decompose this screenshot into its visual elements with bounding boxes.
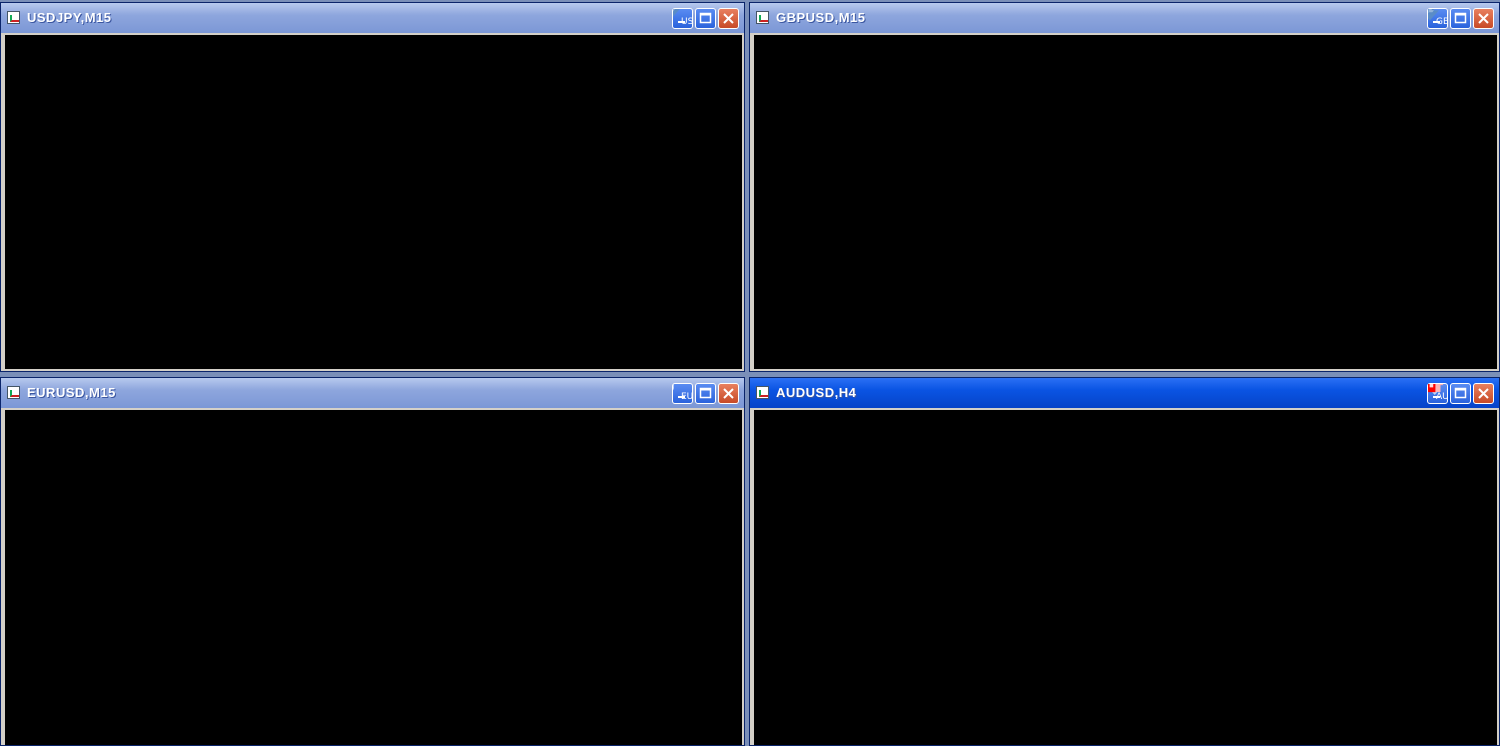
close-button[interactable] xyxy=(1473,8,1494,29)
maximize-icon xyxy=(1454,12,1467,24)
chart-window-icon xyxy=(7,11,20,24)
minimize-icon: USDJPY,M15 84.580 84.580 84.565 84.5680 … xyxy=(673,9,692,27)
chart-canvas[interactable] xyxy=(754,35,1497,369)
symbol-info: AUDUSD,H4 0.87886 0.88014 0.87699 0.8788… xyxy=(1436,392,1447,402)
chart-window-icon xyxy=(756,11,769,24)
title-bar[interactable]: GBPUSD,M15 GBPUSD,M15 1.54371 1.54403 1.… xyxy=(750,3,1499,33)
chart-window-usdjpy[interactable]: USDJPY,M15 USDJPY,M15 84.580 84.580 84.5… xyxy=(0,2,745,372)
chart-window-audusd[interactable]: AUDUSD,H4 AUDUSD,H4 0.87886 0.88014 0.87… xyxy=(749,377,1500,746)
price-chart[interactable] xyxy=(5,35,742,369)
chart-window-icon xyxy=(7,386,20,399)
minimize-button[interactable]: EURUSD,M15 1.26368 1.26374 1.26353 1.263… xyxy=(672,383,693,404)
close-button[interactable] xyxy=(1473,383,1494,404)
maximize-button[interactable] xyxy=(695,8,716,29)
chart-canvas[interactable] xyxy=(754,410,1497,745)
price-chart[interactable] xyxy=(5,410,742,745)
minimize-button[interactable]: AUDUSD,H4 0.87886 0.88014 0.87699 0.8788… xyxy=(1427,383,1448,404)
title-bar[interactable]: USDJPY,M15 USDJPY,M15 84.580 84.580 84.5… xyxy=(1,3,744,33)
symbol-info: GBPUSD,M15 1.54371 1.54403 1.54360 1.544… xyxy=(1436,17,1447,27)
symbol-info: EURUSD,M15 1.26368 1.26374 1.26353 1.263… xyxy=(681,392,692,402)
maximize-icon xyxy=(699,387,712,399)
title-bar[interactable]: EURUSD,M15 EURUSD,M15 1.26368 1.26374 1.… xyxy=(1,378,744,408)
price-chart[interactable] xyxy=(754,35,1497,369)
price-chart[interactable] xyxy=(754,410,1497,745)
window-title: AUDUSD,H4 xyxy=(776,385,857,400)
minimize-button[interactable]: USDJPY,M15 84.580 84.580 84.565 84.5680 … xyxy=(672,8,693,29)
maximize-button[interactable] xyxy=(1450,8,1471,29)
maximize-icon xyxy=(699,12,712,24)
minimize-icon: AUDUSD,H4 0.87886 0.88014 0.87699 0.8788… xyxy=(1428,384,1447,402)
close-button[interactable] xyxy=(718,8,739,29)
close-icon xyxy=(723,388,734,399)
close-icon xyxy=(1478,13,1489,24)
chart-window-gbpusd[interactable]: GBPUSD,M15 GBPUSD,M15 1.54371 1.54403 1.… xyxy=(749,2,1500,372)
close-icon xyxy=(1478,388,1489,399)
chart-window-icon xyxy=(756,386,769,399)
close-icon xyxy=(723,13,734,24)
maximize-button[interactable] xyxy=(695,383,716,404)
maximize-icon xyxy=(1454,387,1467,399)
symbol-info: USDJPY,M15 84.580 84.580 84.565 84.568 xyxy=(681,17,692,27)
close-button[interactable] xyxy=(718,383,739,404)
chart-canvas[interactable] xyxy=(5,410,742,745)
minimize-button[interactable]: GBPUSD,M15 1.54371 1.54403 1.54360 1.544… xyxy=(1427,8,1448,29)
title-bar[interactable]: AUDUSD,H4 AUDUSD,H4 0.87886 0.88014 0.87… xyxy=(750,378,1499,408)
chart-canvas[interactable] xyxy=(5,35,742,369)
window-title: EURUSD,M15 xyxy=(27,385,116,400)
window-title: GBPUSD,M15 xyxy=(776,10,866,25)
minimize-icon: EURUSD,M15 1.26368 1.26374 1.26353 1.263… xyxy=(673,384,692,402)
minimize-icon: GBPUSD,M15 1.54371 1.54403 1.54360 1.544… xyxy=(1428,9,1447,27)
sell-signal-arrow-icon xyxy=(673,9,680,17)
window-title: USDJPY,M15 xyxy=(27,10,112,25)
chart-window-eurusd[interactable]: EURUSD,M15 EURUSD,M15 1.26368 1.26374 1.… xyxy=(0,377,745,746)
y-tick-label: 1.26705 xyxy=(673,384,674,385)
maximize-button[interactable] xyxy=(1450,383,1471,404)
